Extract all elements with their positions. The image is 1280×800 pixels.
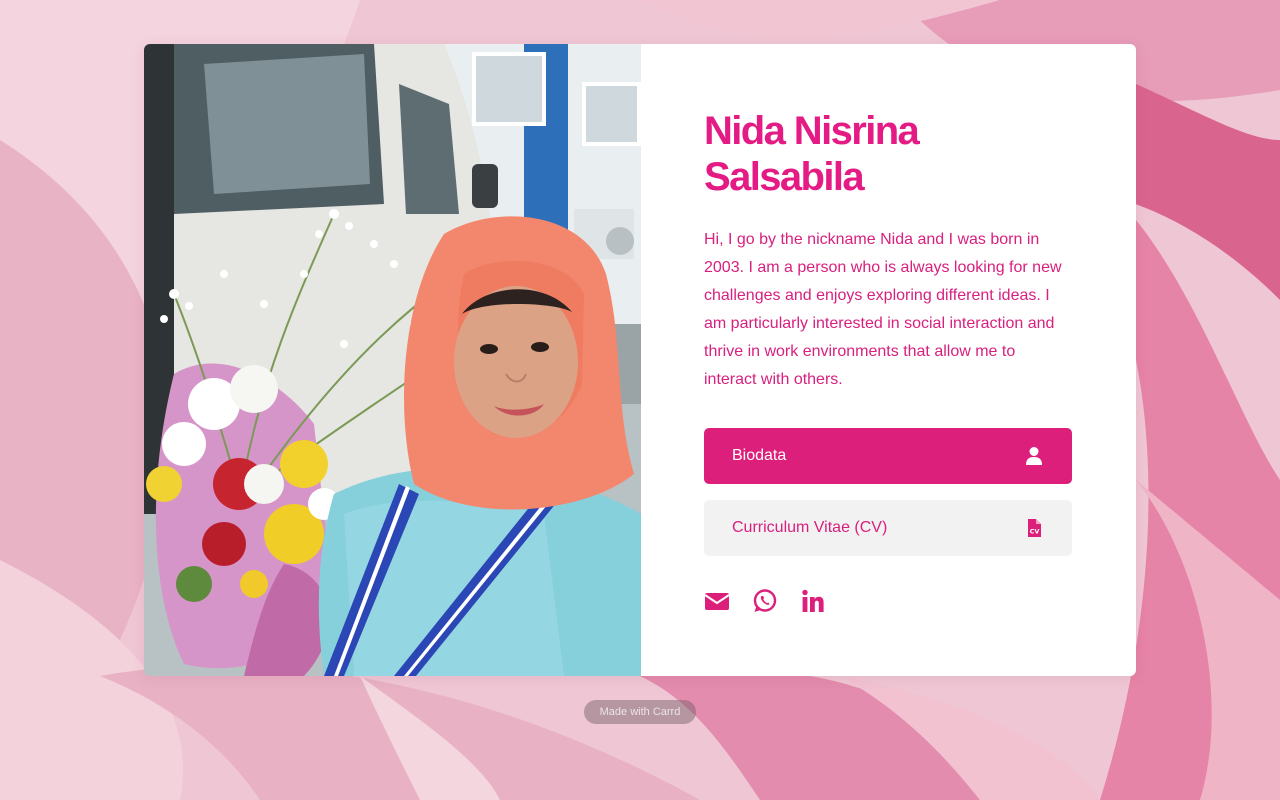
envelope-icon[interactable] bbox=[704, 588, 730, 614]
biodata-button[interactable]: Biodata bbox=[704, 428, 1072, 484]
profile-name: Nida Nisrina Salsabila bbox=[704, 108, 1072, 200]
made-with-carrd-badge[interactable]: Made with Carrd bbox=[584, 700, 696, 724]
biodata-button-label: Biodata bbox=[732, 447, 787, 464]
cv-button[interactable]: Curriculum Vitae (CV) CV bbox=[704, 500, 1072, 556]
file-cv-icon: CV bbox=[1028, 519, 1041, 537]
profile-card: Nida Nisrina Salsabila Hi, I go by the n… bbox=[144, 44, 1136, 676]
cv-button-label: Curriculum Vitae (CV) bbox=[732, 519, 888, 536]
whatsapp-icon[interactable] bbox=[752, 588, 778, 614]
profile-photo bbox=[144, 44, 641, 676]
linkedin-icon[interactable] bbox=[800, 588, 826, 614]
profile-content: Nida Nisrina Salsabila Hi, I go by the n… bbox=[704, 108, 1072, 614]
svg-text:CV: CV bbox=[1030, 528, 1040, 536]
social-links bbox=[704, 588, 1072, 614]
profile-name-line1: Nida Nisrina bbox=[704, 109, 920, 153]
profile-name-line2: Salsabila bbox=[704, 155, 865, 199]
user-icon bbox=[1026, 447, 1042, 465]
profile-bio: Hi, I go by the nickname Nida and I was … bbox=[704, 231, 1062, 388]
